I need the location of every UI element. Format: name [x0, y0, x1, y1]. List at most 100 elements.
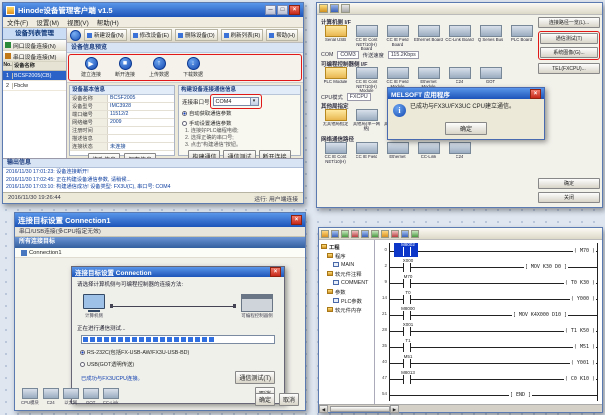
zoom-icon[interactable]	[411, 230, 419, 238]
baud-value[interactable]: 115.2Kbps	[388, 51, 419, 59]
ladder-rung[interactable]: 40 M51 ( Y001 )	[375, 354, 602, 370]
save-icon[interactable]	[330, 4, 339, 13]
channel-list-button[interactable]: 连接路径一览(L)...	[538, 17, 600, 28]
win1-titlebar[interactable]: Hinode设备管理客户端 v1.5 ─ □ ×	[3, 3, 303, 17]
connection-item[interactable]: Connection1	[15, 248, 305, 258]
ladder-rung[interactable]: 2 X000 [ MOV K30 D0 ]	[375, 258, 602, 274]
cpu-series-tile[interactable]: CPU模块	[21, 388, 39, 406]
cpu-mode-value[interactable]: FXCPU	[347, 93, 371, 101]
com-port-select[interactable]: COM4 ▾	[213, 97, 259, 106]
scroll-right-icon[interactable]: ▶	[390, 405, 399, 413]
tile-ccie-field-board[interactable]: CC IE Field Board	[383, 25, 412, 50]
tile-net-ccie-cont[interactable]: CC IE Cont NET/10(H)	[321, 142, 350, 167]
tile-cclink-board[interactable]: CC-Link Board	[445, 25, 474, 50]
device-row-2[interactable]: 2 Fbclw	[3, 81, 66, 91]
minimize-button[interactable]: ─	[265, 5, 276, 15]
coil-tool-icon[interactable]	[371, 230, 379, 238]
tile-ethernet-board[interactable]: Ethernet Board	[414, 25, 443, 50]
line-tool-icon[interactable]	[381, 230, 389, 238]
action-disconnect[interactable]: ■ 断开连接	[115, 57, 135, 78]
tree-item-main[interactable]: MAIN	[319, 260, 374, 269]
monitor-mode-icon[interactable]	[341, 230, 349, 238]
cpu-series-tile[interactable]: 以太网	[63, 388, 79, 406]
chevron-down-icon[interactable]: ▾	[250, 98, 258, 105]
refresh-button[interactable]: 刷新列表(R)	[221, 29, 264, 41]
action-download[interactable]: ↓ 下载数据	[183, 57, 203, 78]
cpu-series-tile[interactable]: C24	[43, 388, 59, 406]
tile-plc-board[interactable]: PLC Board	[507, 25, 536, 50]
tile-plc-module[interactable]: PLC Module	[321, 67, 350, 92]
tel-fxcpu-button[interactable]: TEL(FXCPU)...	[538, 63, 600, 74]
edit-device-button[interactable]: 修改设备(E)	[130, 29, 172, 41]
menu-view[interactable]: 视图(V)	[67, 17, 89, 27]
connection-test-button[interactable]: 通信测试(T)	[540, 33, 598, 44]
scrollbar-thumb[interactable]	[330, 406, 390, 412]
system-image-button[interactable]: 系统图像(G)...	[540, 47, 598, 58]
tree-item-plc-parameter[interactable]: PLC参数	[319, 296, 374, 305]
ladder-rung[interactable]: 35 T1 ( M51 )	[375, 338, 602, 354]
help-button[interactable]: 帮助(H)	[266, 29, 298, 41]
tile-ccie-cont-module[interactable]: CC IE Cont NET/10(H) Module	[352, 67, 381, 92]
close-icon[interactable]: ×	[530, 89, 541, 99]
tree-root[interactable]: 工程	[319, 242, 374, 251]
ladder-rung[interactable]: 21 M8000 [ MOV K4X000 D10 ]	[375, 306, 602, 322]
tree-item-comment-file[interactable]: COMMENT	[319, 278, 374, 287]
find-icon[interactable]	[401, 230, 409, 238]
convert-icon[interactable]	[391, 230, 399, 238]
melsoft-titlebar[interactable]: MELSOFT 应用程序 ×	[388, 88, 544, 99]
tile-other-single[interactable]: 其他局(单一网络)	[352, 109, 381, 134]
serial-device-group[interactable]: 串口设备连接(M)	[3, 51, 66, 62]
close-dialog-button[interactable]: 关闭	[538, 192, 600, 203]
menu-settings[interactable]: 设置(M)	[36, 17, 59, 27]
tile-net-ethernet[interactable]: Ethernet	[383, 142, 412, 167]
tile-net-ccie-field[interactable]: CC IE Field	[352, 142, 381, 167]
tree-item-parameter[interactable]: 参数	[319, 287, 374, 296]
horizontal-scrollbar[interactable]: ◀ ▶	[319, 404, 602, 412]
write-mode-icon[interactable]	[351, 230, 359, 238]
ladder-end-rung[interactable]: 54 [ END ]	[375, 386, 602, 402]
delete-device-button[interactable]: 删除设备(D)	[175, 29, 218, 41]
win3-cancel-button[interactable]: 取消	[279, 393, 299, 406]
menu-file[interactable]: 文件(F)	[7, 17, 28, 27]
close-icon[interactable]: ×	[270, 267, 281, 277]
ok-button[interactable]: 确定	[538, 178, 600, 189]
print-icon[interactable]	[341, 4, 350, 13]
open-folder-icon[interactable]	[321, 230, 329, 238]
tile-q-bus[interactable]: Q Series Bus	[476, 25, 505, 50]
tile-no-specification[interactable]: 无其他局指定	[321, 109, 350, 134]
ladder-canvas[interactable]: 0 M8002 ( M70 ) 2 X000 [ MOV K30 D0 ]	[375, 240, 602, 404]
ladder-rung[interactable]: 9 M70 ( T0 K30 )	[375, 274, 602, 290]
auto-param-radio[interactable]: 自动获取通信参数	[179, 108, 300, 118]
open-folder-icon[interactable]	[319, 4, 328, 13]
tree-item-comment[interactable]: 软元件注释	[319, 269, 374, 278]
contact-tool-icon[interactable]	[361, 230, 369, 238]
manual-param-radio[interactable]: 手动设置通信参数	[179, 118, 300, 128]
menu-help[interactable]: 帮助(H)	[97, 17, 119, 27]
ladder-rung[interactable]: 0 M8002 ( M70 )	[375, 242, 602, 258]
ladder-rung[interactable]: 47 M8013 ( C0 K10 )	[375, 370, 602, 386]
output-log[interactable]: 2016/11/30 17:01:23: 设备连接断开! 2016/11/30 …	[3, 168, 303, 192]
new-device-button[interactable]: 新建设备(N)	[84, 29, 127, 41]
action-connect[interactable]: ▶ 建立连接	[81, 57, 101, 78]
tree-item-device-memory[interactable]: 软元件内存	[319, 305, 374, 314]
close-button[interactable]: ×	[289, 5, 300, 15]
ladder-rung[interactable]: 28 X001 ( T1 K50 )	[375, 322, 602, 338]
tile-net-c24[interactable]: C24	[445, 142, 474, 167]
tile-net-cclink[interactable]: CC-Link	[414, 142, 443, 167]
save-icon[interactable]	[331, 230, 339, 238]
net-device-group[interactable]: 网口设备连接(N)	[3, 40, 66, 51]
cpu-series-tile[interactable]: GOT	[83, 388, 99, 406]
win3-ok-button[interactable]: 确定	[255, 393, 275, 406]
maximize-button[interactable]: □	[277, 5, 288, 15]
tile-ccie-cont-board[interactable]: CC IE Cont NET/10(H) Board	[352, 25, 381, 50]
wizard-titlebar[interactable]: 连接目标设置 Connection ×	[72, 267, 284, 277]
cpu-series-tile[interactable]: CC-Link	[103, 388, 119, 406]
com-value[interactable]: COM3	[337, 51, 358, 59]
tile-serial-usb[interactable]: Serial USB	[321, 25, 350, 50]
melsoft-ok-button[interactable]: 确定	[445, 122, 487, 135]
usb-radio[interactable]: USB(GOT透明传送)	[77, 359, 279, 369]
close-icon[interactable]: ×	[291, 215, 302, 225]
tree-item-program[interactable]: 程序	[319, 251, 374, 260]
wizard-comm-test-button[interactable]: 通信测试(T)	[235, 371, 275, 384]
rs232c-radio[interactable]: RS-232C(包括FX-USB-AW/FX3U-USB-BD)	[77, 347, 279, 357]
